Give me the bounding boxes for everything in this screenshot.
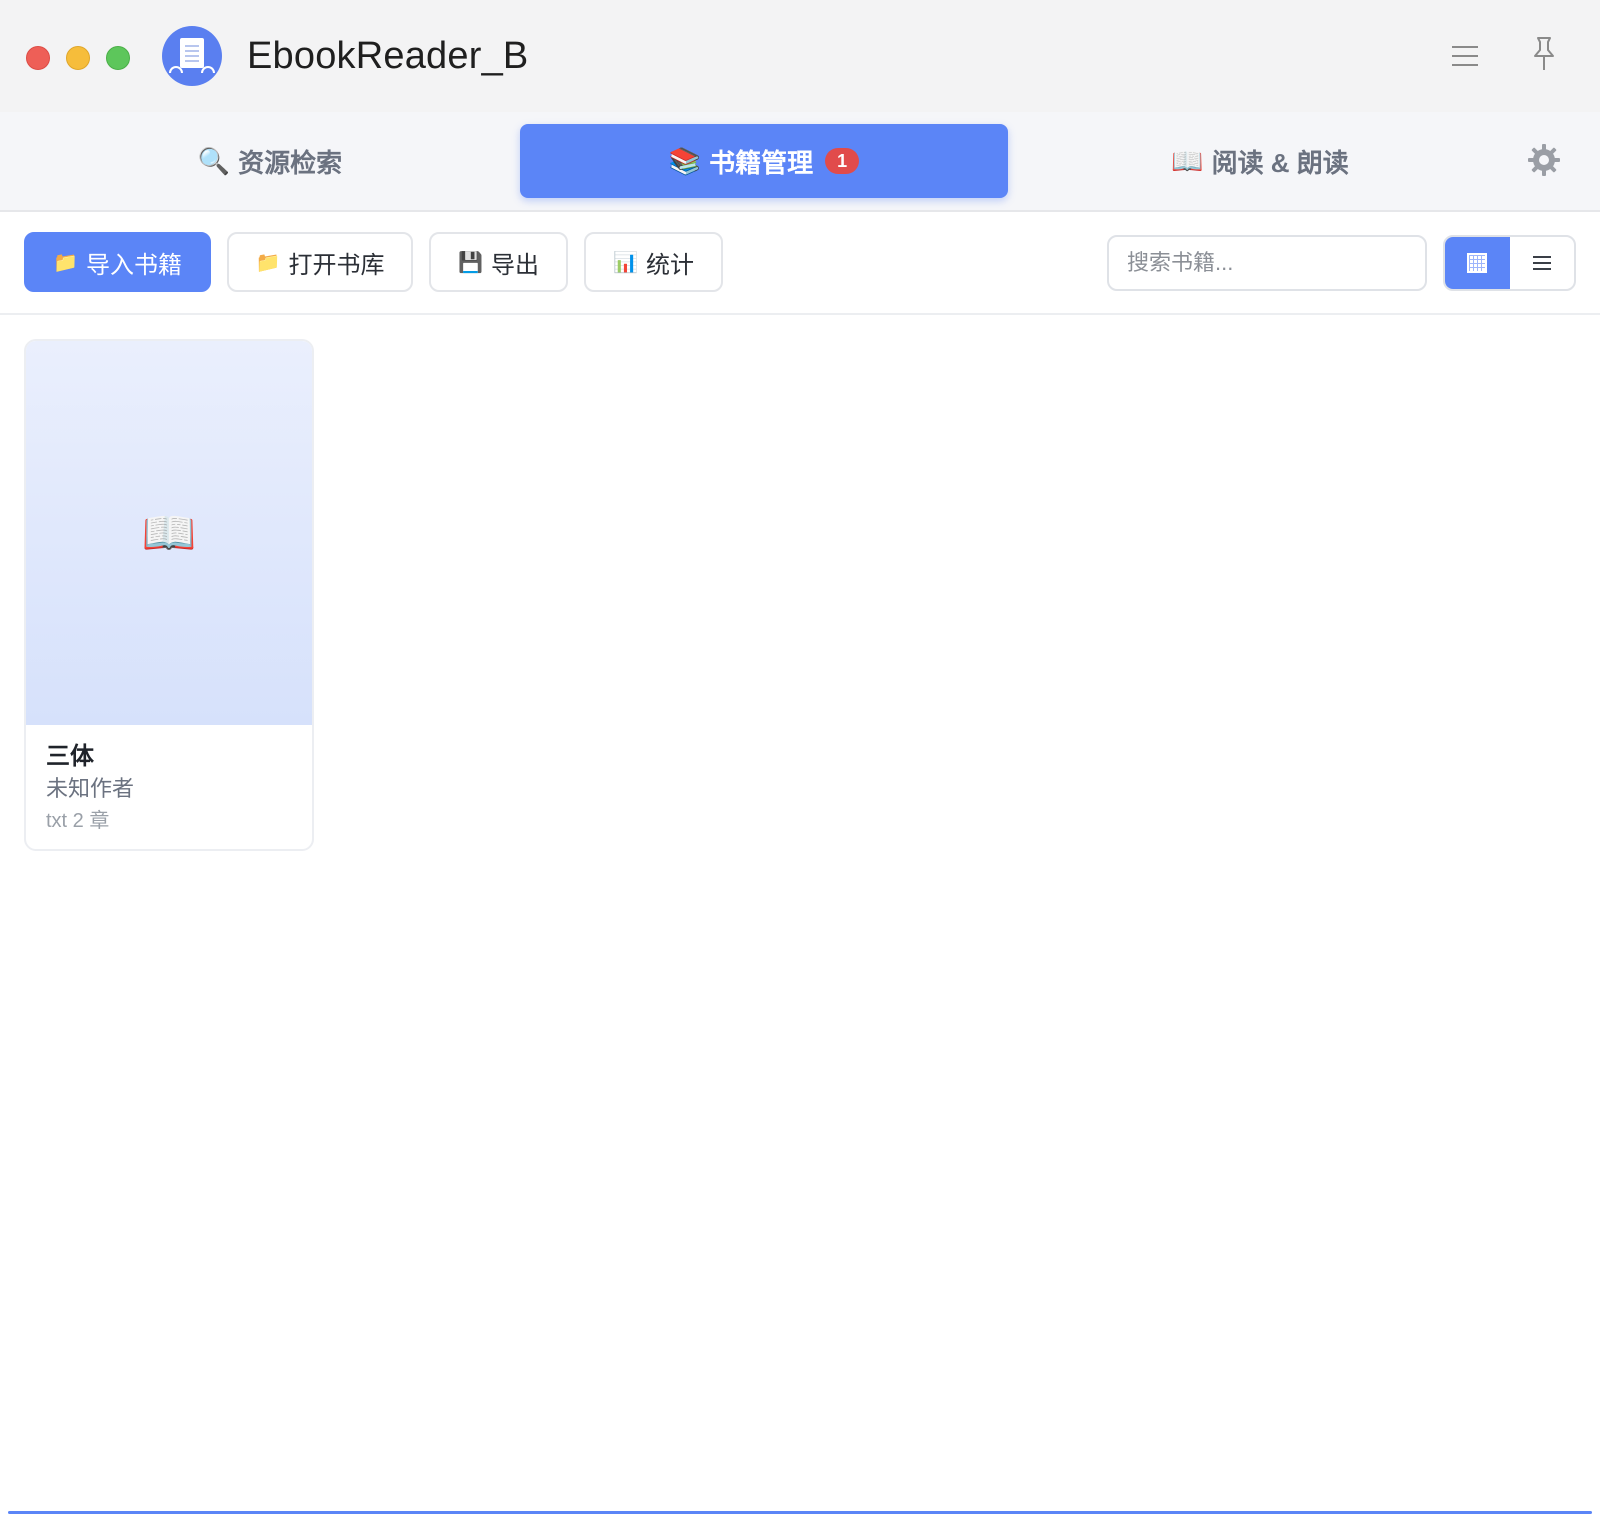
book-author: 未知作者 [46, 776, 135, 801]
gear-icon[interactable] [1526, 142, 1562, 178]
count-badge: 1 [825, 148, 860, 174]
list-view-button[interactable] [1510, 237, 1575, 289]
tab-read-and-listen[interactable]: 📖 阅读 & 朗读 [1020, 124, 1500, 198]
grid-icon [1467, 253, 1488, 273]
title-bar: EbookReader_B [0, 0, 1600, 112]
minimize-window-button[interactable] [66, 46, 90, 70]
folder-icon: 📁 [53, 251, 78, 274]
import-books-button[interactable]: 📁 导入书籍 [24, 232, 211, 292]
tab-label: 书籍管理 [709, 147, 814, 178]
open-book-icon: 📖 [1171, 145, 1204, 176]
bottom-accent-line [8, 1511, 1592, 1514]
button-label: 打开书库 [288, 251, 385, 279]
statistics-button[interactable]: 📊 统计 [584, 232, 723, 292]
button-label: 导出 [490, 251, 539, 279]
grid-view-button[interactable] [1445, 237, 1510, 289]
library-toolbar: 📁 导入书籍 📁 打开书库 💾 导出 📊 统计 [0, 212, 1600, 315]
tab-book-management[interactable]: 📚 书籍管理 1 [520, 124, 1008, 198]
view-mode-toggle [1443, 235, 1576, 291]
book-title: 三体 [46, 743, 94, 770]
maximize-window-button[interactable] [106, 46, 130, 70]
button-label: 统计 [645, 251, 694, 279]
list-icon [1532, 256, 1551, 270]
app-title: EbookReader_B [247, 35, 529, 77]
app-window: EbookReader_B 🔍 资源检索 📚 书籍管理 1 📖 阅读 & 朗读 [0, 0, 1600, 1516]
search-icon: 🔍 [197, 145, 231, 176]
bar-chart-icon: 📊 [613, 251, 638, 274]
books-icon: 📚 [668, 145, 702, 176]
open-book-icon: 📖 [141, 509, 197, 558]
tab-resource-search[interactable]: 🔍 资源检索 [30, 124, 510, 198]
floppy-disk-icon: 💾 [458, 251, 483, 274]
pin-icon[interactable] [1526, 34, 1562, 74]
folder-icon: 📁 [255, 251, 281, 274]
book-cover: 📖 [26, 341, 312, 725]
button-label: 导入书籍 [85, 251, 182, 279]
main-tab-bar: 🔍 资源检索 📚 书籍管理 1 📖 阅读 & 朗读 [0, 112, 1600, 212]
open-library-button[interactable]: 📁 打开书库 [227, 232, 413, 292]
tab-label: 资源检索 [238, 147, 343, 178]
book-card[interactable]: 📖 三体 未知作者 txt 2 章 [24, 339, 314, 851]
close-window-button[interactable] [26, 46, 50, 70]
book-meta: txt 2 章 [46, 810, 110, 832]
book-grid: 📖 三体 未知作者 txt 2 章 [0, 315, 1600, 1511]
export-button[interactable]: 💾 导出 [429, 232, 568, 292]
book-info: 三体 未知作者 txt 2 章 [26, 725, 312, 837]
book-search-input[interactable] [1107, 235, 1427, 291]
app-logo-icon [162, 26, 222, 86]
tab-label: 阅读 & 朗读 [1211, 147, 1349, 178]
hamburger-menu-icon[interactable] [1446, 40, 1482, 70]
